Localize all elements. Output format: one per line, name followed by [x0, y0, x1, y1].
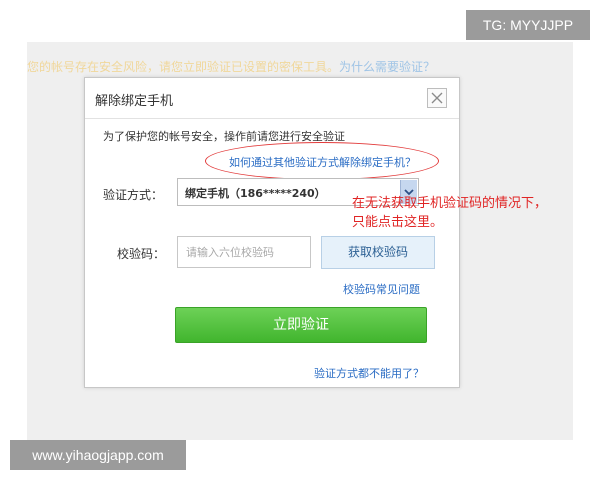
background-notice-link[interactable]: 为什么需要验证？ — [339, 60, 435, 74]
all-methods-unavailable-link[interactable]: 验证方式都不能用了？ — [314, 365, 424, 381]
title-divider — [85, 118, 459, 119]
background-faded-row — [28, 146, 68, 160]
get-code-button[interactable]: 获取校验码 — [321, 236, 435, 269]
close-button[interactable] — [427, 88, 447, 108]
unbind-phone-dialog: 解除绑定手机 为了保护您的帐号安全，操作前请您进行安全验证 如何通过其他验证方式… — [84, 77, 460, 388]
code-input[interactable] — [177, 236, 311, 268]
watermark-bottom: www.yihaogjapp.com — [10, 440, 186, 470]
background-notice: 您的帐号存在安全风险，请您立即验证已设置的密保工具。为什么需要验证？ — [27, 58, 547, 75]
background-notice-text: 您的帐号存在安全风险，请您立即验证已设置的密保工具。 — [27, 60, 340, 74]
watermark-top: TG: MYYJJPP — [466, 10, 590, 40]
verify-method-label: 验证方式： — [103, 188, 164, 202]
close-icon — [431, 92, 443, 104]
verify-now-button[interactable]: 立即验证 — [175, 307, 427, 343]
code-faq-link[interactable]: 校验码常见问题 — [343, 281, 420, 297]
code-label: 校验码： — [117, 247, 166, 261]
annotation-text: 在无法获取手机验证码的情况下，只能点击这里。 — [352, 196, 548, 230]
alternative-method-link[interactable]: 如何通过其他验证方式解除绑定手机？ — [229, 154, 416, 170]
verify-method-value: 绑定手机（186*****240） — [185, 187, 326, 200]
dialog-title: 解除绑定手机 — [95, 94, 174, 109]
